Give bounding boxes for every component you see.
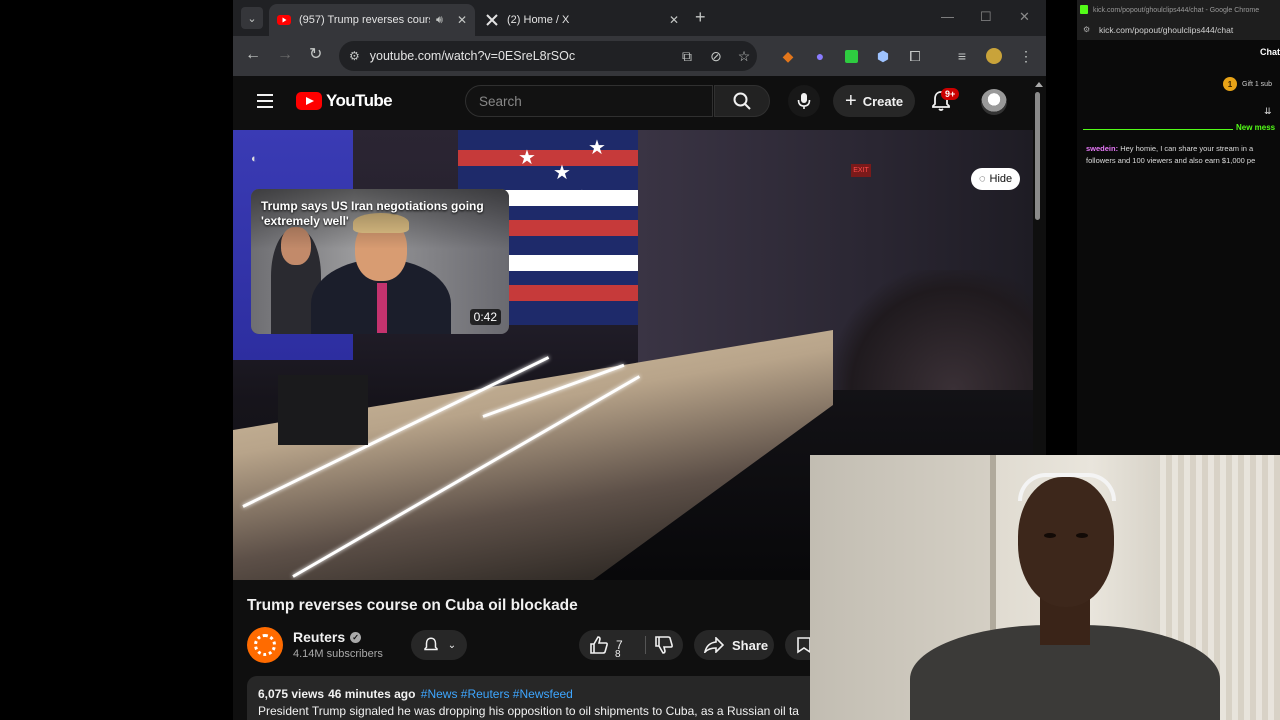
desktop: ⌄ (957) Trump reverses course 🔊︎ ✕ (2) H… <box>0 0 1280 720</box>
back-icon[interactable]: ← <box>245 47 261 63</box>
chat-username[interactable]: swedein: <box>1086 144 1118 153</box>
forward-icon[interactable]: → <box>277 47 293 63</box>
exit-sign: EXIT <box>851 164 871 177</box>
extension-cloud-icon[interactable]: ● <box>810 46 830 66</box>
eye-off-icon[interactable]: ⊘ <box>706 46 726 66</box>
site-info-icon[interactable]: ⚙ <box>349 49 360 63</box>
new-tab-button[interactable]: + <box>695 8 706 26</box>
description-text: President Trump signaled he was dropping… <box>258 704 799 718</box>
dislike-button[interactable] <box>654 636 674 654</box>
extension-shield-icon[interactable]: ⬢ <box>873 46 893 66</box>
plus-icon: + <box>845 90 857 112</box>
notification-badge: 9+ <box>941 88 960 100</box>
voice-search-button[interactable] <box>788 85 820 117</box>
duration-badge: 0:42 <box>469 309 501 325</box>
speaker-icon[interactable]: 🔊︎ <box>436 14 443 27</box>
minimize-icon[interactable]: — <box>941 9 954 24</box>
url-text: youtube.com/watch?v=0ESreL8rSOc <box>369 49 576 63</box>
hashtags[interactable]: #News #Reuters #Newsfeed <box>421 687 573 701</box>
page-scrollbar[interactable] <box>1033 82 1041 222</box>
youtube-play-icon <box>296 92 322 110</box>
eye-off-icon: ◌ <box>979 173 986 185</box>
kick-favicon-icon <box>1080 5 1088 14</box>
metamask-icon[interactable]: ◆ <box>778 46 798 66</box>
video-title: Trump reverses course on Cuba oil blocka… <box>247 597 578 614</box>
like-button[interactable] <box>589 636 609 654</box>
site-info-icon[interactable]: ⚙ <box>1083 25 1090 34</box>
channel-name[interactable]: Reuters ✓ <box>293 629 362 645</box>
verified-check-icon: ✓ <box>350 631 362 643</box>
chat-window: kick.com/popout/ghoulclips444/chat - Goo… <box>1077 0 1280 455</box>
view-count: 6,075 views <box>258 687 325 701</box>
tab-youtube[interactable]: (957) Trump reverses course 🔊︎ ✕ <box>269 4 475 36</box>
like-count-sub: 8 <box>615 649 621 660</box>
microphone-icon <box>797 93 811 109</box>
create-button[interactable]: + Create <box>833 85 916 117</box>
suggested-video-card[interactable]: Trump says US Iran negotiations going 'e… <box>251 189 509 334</box>
tab-x[interactable]: (2) Home / X ✕ <box>477 4 687 36</box>
new-messages-divider: New mess <box>1083 123 1280 135</box>
reload-icon[interactable]: ↻ <box>309 47 322 63</box>
headband <box>1018 473 1116 501</box>
extension-green-icon[interactable] <box>841 46 861 66</box>
webcam-overlay <box>810 455 1280 720</box>
channel-avatar[interactable] <box>247 627 283 663</box>
close-tab-icon[interactable]: ✕ <box>669 13 679 27</box>
posted-time: 46 minutes ago <box>328 687 416 701</box>
suggested-video-title: Trump says US Iran negotiations going 'e… <box>261 199 484 228</box>
share-button[interactable]: Share <box>694 630 774 660</box>
reuters-logo-icon <box>254 634 276 656</box>
tab-title: (2) Home / X <box>507 14 570 26</box>
maximize-icon[interactable]: ☐ <box>980 9 992 25</box>
tab-title: (957) Trump reverses course <box>299 14 430 26</box>
profile-avatar-icon[interactable] <box>984 46 1004 66</box>
youtube-header: YouTube Search + Create 9+ <box>233 76 1046 130</box>
youtube-logo[interactable]: YouTube <box>296 91 393 111</box>
chat-message: swedein: Hey homie, I can share your str… <box>1086 143 1280 169</box>
browser-toolbar: ← → ↻ ⚙ youtube.com/watch?v=0ESreL8rSOc … <box>233 36 1046 76</box>
extensions-puzzle-icon[interactable]: ⧠ <box>905 46 925 66</box>
search-icon <box>733 92 751 110</box>
chrome-menu-icon[interactable]: ⋮ <box>1016 46 1036 66</box>
share-icon <box>704 637 724 653</box>
account-avatar[interactable] <box>981 89 1007 115</box>
close-tab-icon[interactable]: ✕ <box>457 13 467 27</box>
install-app-icon[interactable]: ⧉ <box>677 46 697 66</box>
close-window-icon[interactable]: ✕ <box>1019 9 1030 25</box>
bell-icon <box>424 637 438 651</box>
chevron-down-icon: ⌄ <box>447 639 457 651</box>
tab-search-icon[interactable]: ⌄ <box>241 7 263 29</box>
hide-button[interactable]: ◌ Hide <box>971 168 1021 190</box>
chat-header: Chat <box>1260 47 1280 57</box>
scroll-to-bottom-icon[interactable]: ⇊ <box>1264 106 1272 117</box>
tab-strip: ⌄ (957) Trump reverses course 🔊︎ ✕ (2) H… <box>233 0 1046 36</box>
bookmark-star-icon[interactable]: ☆ <box>734 46 754 66</box>
chat-url-bar[interactable]: ⚙ kick.com/popout/ghoulclips444/chat <box>1077 20 1280 40</box>
youtube-favicon-icon <box>277 13 291 27</box>
x-favicon-icon <box>485 13 499 27</box>
video-meta: 6,075 views 46 minutes ago #News #Reuters… <box>258 687 573 701</box>
like-dislike-group: 7 8 <box>579 630 683 660</box>
chat-window-titlebar: kick.com/popout/ghoulclips444/chat - Goo… <box>1077 0 1280 20</box>
subscriber-count: 4.14M subscribers <box>293 648 383 660</box>
media-control-icon[interactable]: ≡ <box>952 46 972 66</box>
channel-watermark-icon: ◐ <box>251 153 258 165</box>
search-button[interactable] <box>714 85 770 117</box>
gift-count: 1 <box>1223 77 1237 91</box>
gift-sub-banner[interactable]: 1 Gift 1 sub <box>1223 77 1272 91</box>
search-input[interactable]: Search <box>465 85 713 117</box>
subscribed-button[interactable]: ⌄ <box>411 630 467 660</box>
menu-icon[interactable] <box>257 94 273 108</box>
